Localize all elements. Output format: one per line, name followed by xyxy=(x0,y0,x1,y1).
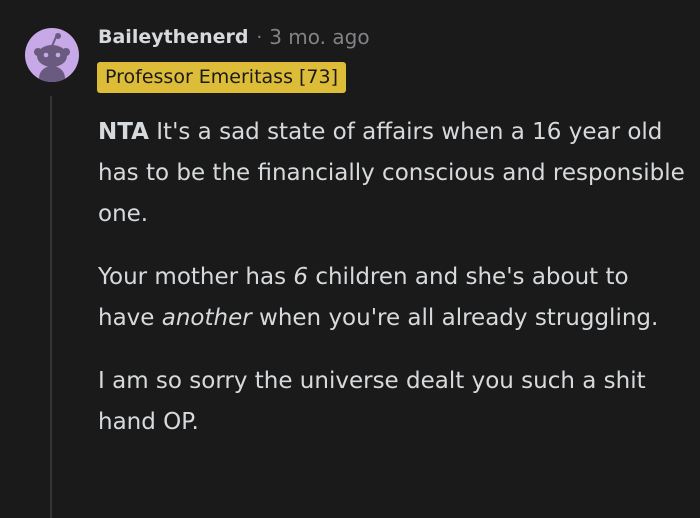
user-flair: Professor Emeritass [73] xyxy=(97,62,347,93)
emphasis-another: another xyxy=(161,305,252,331)
paragraph-3-text: I am so sorry the universe dealt you suc… xyxy=(98,368,646,435)
comment-paragraph-3: I am so sorry the universe dealt you suc… xyxy=(98,361,688,443)
paragraph-2-text-a: Your mother has xyxy=(98,264,294,290)
snoo-avatar-icon xyxy=(34,33,70,82)
comment-meta: Baileythenerd · 3 mo. ago xyxy=(98,22,370,52)
paragraph-1-text: It's a sad state of affairs when a 16 ye… xyxy=(98,119,685,227)
avatar[interactable] xyxy=(25,28,79,82)
thread-line[interactable] xyxy=(50,96,52,518)
comment-paragraph-2: Your mother has 6 children and she's abo… xyxy=(98,257,688,339)
username-link[interactable]: Baileythenerd xyxy=(98,26,248,48)
comment-body: NTA It's a sad state of affairs when a 1… xyxy=(98,112,688,465)
timestamp[interactable]: 3 mo. ago xyxy=(269,25,369,49)
meta-separator: · xyxy=(256,26,263,48)
verdict-text: NTA xyxy=(98,119,149,145)
paragraph-2-text-c: when you're all already struggling. xyxy=(251,305,659,331)
children-count: 6 xyxy=(293,264,309,290)
comment-paragraph-1: NTA It's a sad state of affairs when a 1… xyxy=(98,112,688,235)
